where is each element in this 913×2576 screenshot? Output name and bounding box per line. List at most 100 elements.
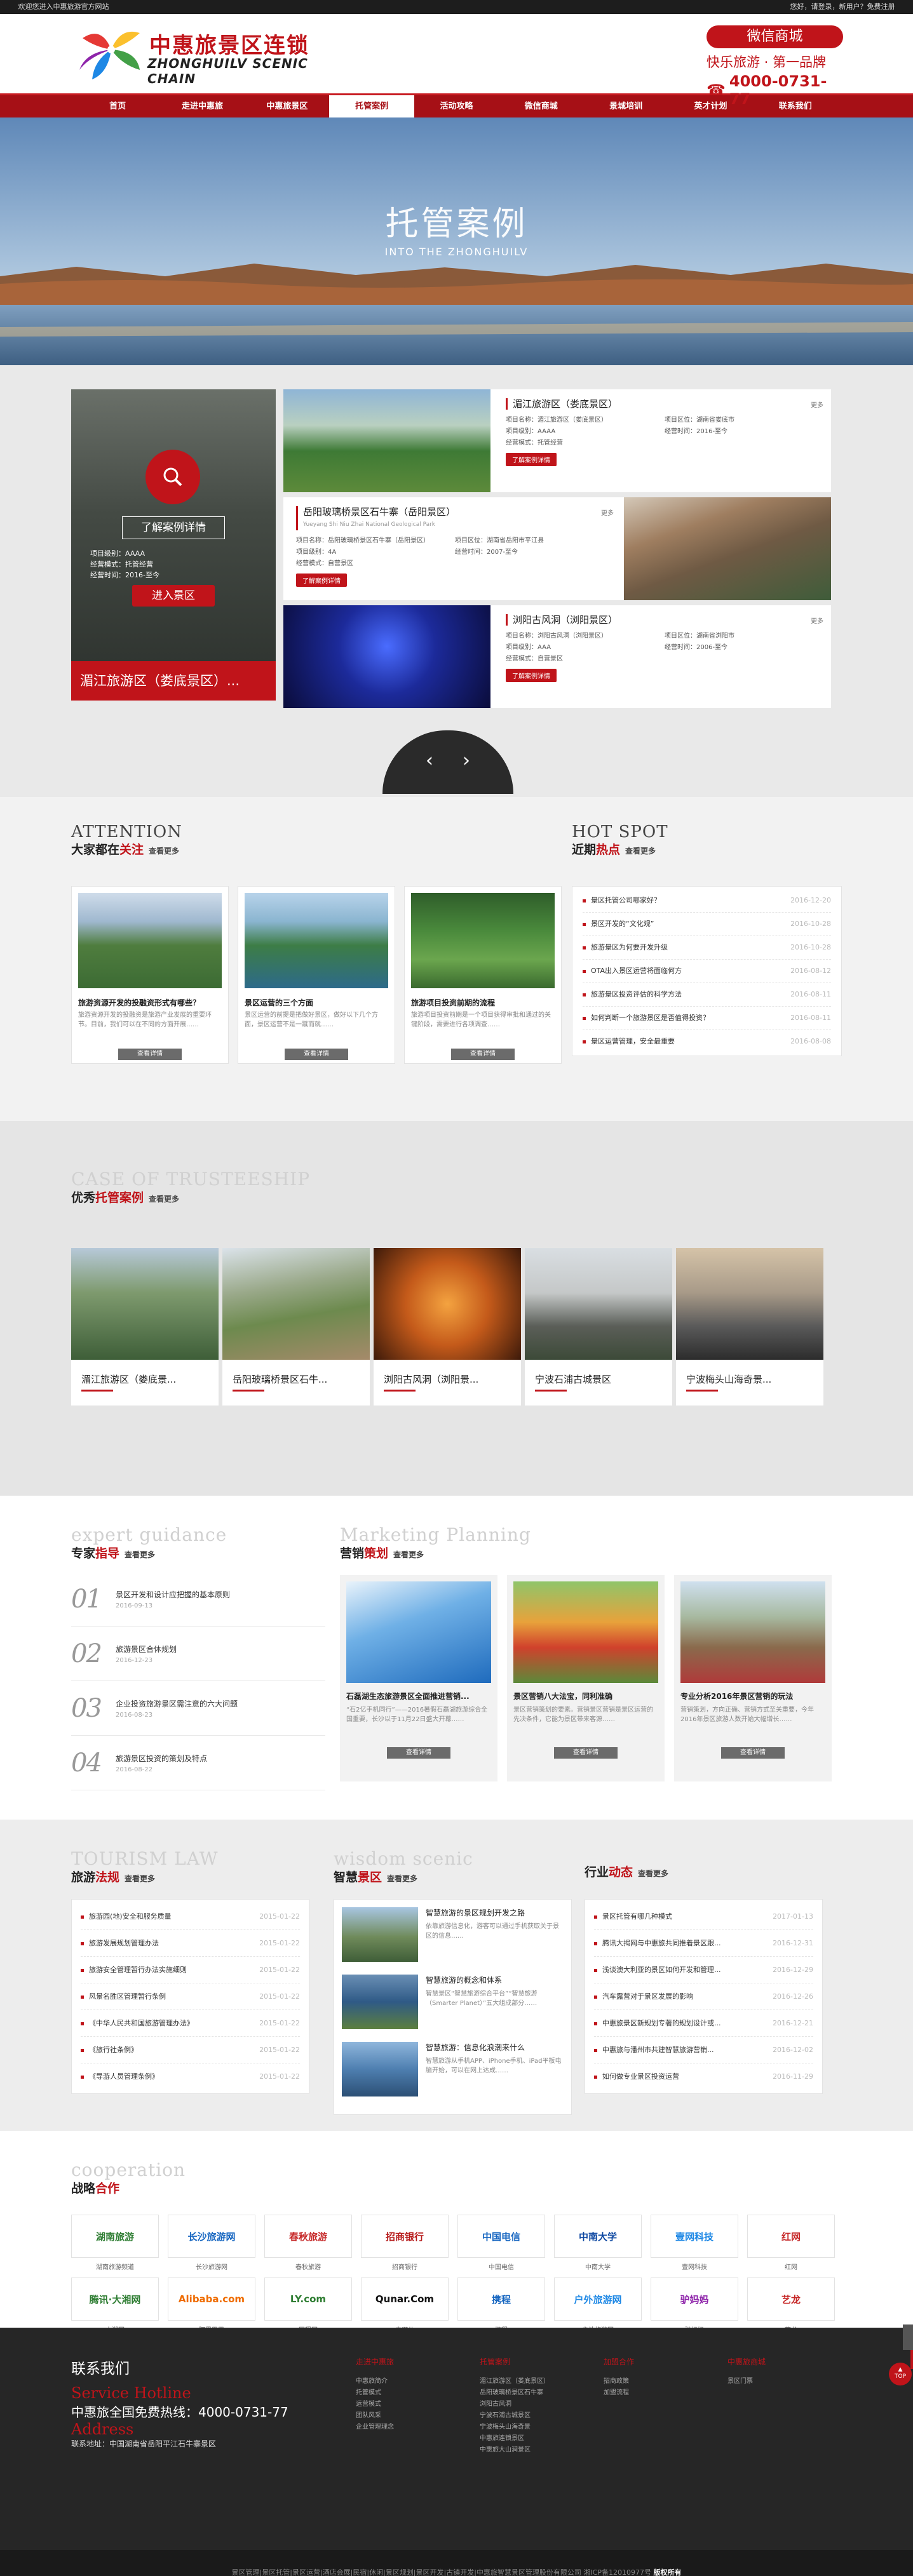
- partner-logo[interactable]: 红网 红网: [747, 2215, 835, 2271]
- partner-logo[interactable]: Qunar.Com去哪儿: [361, 2277, 449, 2334]
- nav-about[interactable]: 走进中惠旅: [160, 95, 245, 117]
- list-item[interactable]: 腾讯大揭网与中惠旅共同推着景区跟... 2016-12-31: [594, 1930, 813, 1957]
- nav-scenic[interactable]: 中惠旅景区: [245, 95, 329, 117]
- footer-link[interactable]: 浏阳古风洞: [480, 2399, 550, 2410]
- case-row[interactable]: 浏阳古风洞（浏阳景区） 更多 项目名称：浏阳古风洞（浏阳景区） 项目区位：湖南省浏…: [283, 605, 831, 708]
- partner-logo[interactable]: 湖南旅游 湖南旅游频道: [71, 2215, 159, 2271]
- footer-link[interactable]: 团队风采: [356, 2410, 394, 2422]
- more-link[interactable]: 更多: [811, 615, 823, 625]
- footer-link[interactable]: 宁波石浦古城景区: [480, 2410, 550, 2422]
- case-detail-button[interactable]: 了解案例详情: [506, 669, 557, 682]
- list-item[interactable]: 旅游景区为何要开发升级 2016-10-28: [583, 936, 831, 960]
- list-item[interactable]: 《中华人民共和国旅游管理办法》 2015-01-22: [81, 2010, 300, 2037]
- case-card[interactable]: 湄江旅游区（娄底景...: [71, 1248, 219, 1405]
- case-detail-button[interactable]: 了解案例详情: [122, 516, 225, 539]
- partner-logo[interactable]: 春秋旅游 春秋旅游: [264, 2215, 352, 2271]
- list-item[interactable]: 旅游园(地)安全和服务质量 2015-01-22: [81, 1903, 300, 1930]
- case-card[interactable]: 岳阳玻璃桥景区石牛...: [222, 1248, 370, 1405]
- article-card[interactable]: 景区营销八大法宝，同利准确 景区营销策划的要素。营销景区营销是景区运营的先决条件，…: [507, 1575, 665, 1781]
- list-item[interactable]: 智慧旅游的景区规划开发之路 依靠旅游信息化，游客可以通过手机获取关于景区的信息……: [342, 1907, 564, 1975]
- partner-logo[interactable]: 驴妈妈驴妈妈: [651, 2277, 738, 2334]
- view-detail-button[interactable]: 查看详情: [721, 1747, 785, 1759]
- more-link[interactable]: 查看更多: [625, 847, 656, 855]
- logo[interactable]: 中惠旅景区连锁 ZHONGHUILV SCENIC CHAIN: [76, 25, 330, 86]
- list-item[interactable]: 汽车露营对于景区发展的影响 2016-12-26: [594, 1983, 813, 2010]
- case-row[interactable]: 岳阳玻璃桥景区石牛寨（岳阳景区） Yueyang Shi Niu Zhai Nat…: [283, 497, 831, 600]
- footer-link[interactable]: 景区门票: [727, 2376, 766, 2387]
- footer-link[interactable]: 招商政策: [604, 2376, 634, 2387]
- list-item[interactable]: 景区运营管理，安全最重要 2016-08-08: [583, 1030, 831, 1053]
- more-link[interactable]: 查看更多: [393, 1550, 424, 1559]
- side-tab[interactable]: [903, 2324, 913, 2350]
- list-item[interactable]: 《旅行社条例》 2015-01-22: [81, 2037, 300, 2063]
- list-item[interactable]: 智慧旅游的概念和体系 智慧景区“智慧旅游综合平台”“智慧旅游（Smarter Pl…: [342, 1975, 564, 2042]
- more-link[interactable]: 更多: [601, 507, 614, 517]
- back-to-top-button[interactable]: ▲ TOP: [889, 2363, 912, 2385]
- footer-link[interactable]: 运营模式: [356, 2399, 394, 2410]
- more-link[interactable]: 查看更多: [125, 1550, 155, 1559]
- partner-logo[interactable]: 壹网科技 壹网科技: [651, 2215, 738, 2271]
- partner-logo[interactable]: 中国电信 中国电信: [457, 2215, 545, 2271]
- list-item[interactable]: 景区托管有哪几种模式 2017-01-13: [594, 1903, 813, 1930]
- footer-link[interactable]: 中惠旅连锁景区: [480, 2433, 550, 2445]
- nav-cases[interactable]: 托管案例: [329, 95, 414, 117]
- list-item[interactable]: 《导游人员管理条例》 2015-01-22: [81, 2063, 300, 2090]
- article-card[interactable]: 专业分析2016年景区营销的玩法 营销策划，方向正确、营销方式至关重要，今年201…: [674, 1575, 832, 1781]
- list-item[interactable]: 04 旅游景区投资的策划及特点 2016-08-22: [71, 1736, 325, 1790]
- login-links[interactable]: 您好，请登录，新用户？免费注册: [790, 0, 895, 14]
- footer-link[interactable]: 托管模式: [356, 2387, 394, 2399]
- featured-caption[interactable]: 湄江旅游区（娄底景区）...: [71, 661, 276, 701]
- view-detail-button[interactable]: 查看详情: [451, 1049, 515, 1060]
- search-icon[interactable]: [145, 450, 200, 504]
- list-item[interactable]: 智慧旅游：信息化浪潮来什么 智慧旅游从手机APP、iPhone手机、iPad平板电…: [342, 2042, 564, 2109]
- case-detail-button[interactable]: 了解案例详情: [296, 574, 347, 587]
- list-item[interactable]: 旅游安全管理暂行办法实施细则 2015-01-22: [81, 1957, 300, 1983]
- partner-logo[interactable]: 中南大学 中南大学: [554, 2215, 642, 2271]
- list-item[interactable]: OTA出入景区运营将面临何方 2016-08-12: [583, 960, 831, 983]
- view-detail-button[interactable]: 查看详情: [285, 1049, 348, 1060]
- list-item[interactable]: 01 景区开发和设计应把握的基本原则 2016-09-13: [71, 1572, 325, 1627]
- case-card[interactable]: 宁波梅头山海奇景...: [676, 1248, 823, 1405]
- partner-logo[interactable]: 长沙旅游网 长沙旅游网: [168, 2215, 255, 2271]
- view-detail-button[interactable]: 查看详情: [554, 1747, 618, 1759]
- partner-logo[interactable]: 腾讯·大湘网大湘网: [71, 2277, 159, 2334]
- article-card[interactable]: 石磊湖生态旅游景区全面推进营销... “石2亿手机同行”——2016暑假石磊湖旅游…: [340, 1575, 497, 1781]
- case-card[interactable]: 宁波石浦古城景区: [525, 1248, 672, 1405]
- list-item[interactable]: 中惠旅与潘州市共建智慧旅游营销... 2016-12-02: [594, 2037, 813, 2063]
- footer-link[interactable]: 岳阳玻璃桥景区石牛寨: [480, 2387, 550, 2399]
- list-item[interactable]: 02 旅游景区合体规划 2016-12-23: [71, 1627, 325, 1681]
- footer-link[interactable]: 宁波梅头山海奇景: [480, 2422, 550, 2433]
- more-link[interactable]: 查看更多: [149, 1195, 179, 1204]
- article-card[interactable]: 旅游项目投资前期的流程 旅游项目投资前期是一个项目获得审批和通过的关键阶段，需要…: [404, 886, 562, 1064]
- more-link[interactable]: 查看更多: [149, 847, 179, 855]
- wechat-mall-button[interactable]: 微信商城: [707, 25, 843, 48]
- case-card[interactable]: 浏阳古风洞（浏阳景...: [374, 1248, 521, 1405]
- enter-scenic-button[interactable]: 进入景区: [132, 585, 215, 607]
- list-item[interactable]: 03 企业投资旅游景区需注意的六大问题 2016-08-23: [71, 1681, 325, 1736]
- partner-logo[interactable]: 户外旅游网户外旅游网: [554, 2277, 642, 2334]
- partner-logo[interactable]: 招商银行 招商银行: [361, 2215, 449, 2271]
- nav-activities[interactable]: 活动攻略: [414, 95, 499, 117]
- list-item[interactable]: 景区开发的“文化观” 2016-10-28: [583, 913, 831, 936]
- partner-logo[interactable]: 携程携程: [457, 2277, 545, 2334]
- more-link[interactable]: 查看更多: [387, 1874, 417, 1883]
- more-link[interactable]: 查看更多: [125, 1874, 155, 1883]
- list-item[interactable]: 景区托管公司哪家好？ 2016-12-20: [583, 889, 831, 913]
- case-detail-button[interactable]: 了解案例详情: [506, 453, 557, 466]
- footer-link[interactable]: 企业管理理念: [356, 2422, 394, 2433]
- list-item[interactable]: 风景名胜区管理暂行条例 2015-01-22: [81, 1983, 300, 2010]
- footer-link[interactable]: 湄江旅游区（娄底景区）: [480, 2376, 550, 2387]
- nav-training[interactable]: 景城培训: [583, 95, 668, 117]
- footer-link[interactable]: 加盟流程: [604, 2387, 634, 2399]
- more-link[interactable]: 更多: [811, 399, 823, 409]
- footer-link[interactable]: 中惠旅大山涧景区: [480, 2445, 550, 2456]
- list-item[interactable]: 如何判断一个旅游景区是否值得投资？ 2016-08-11: [583, 1007, 831, 1030]
- list-item[interactable]: 旅游景区投资评估的科学方法 2016-08-11: [583, 983, 831, 1007]
- more-link[interactable]: 查看更多: [638, 1869, 668, 1878]
- list-item[interactable]: 中惠旅景区新规划专著的规划设计或... 2016-12-21: [594, 2010, 813, 2037]
- view-detail-button[interactable]: 查看详情: [387, 1747, 450, 1759]
- footer-link[interactable]: 中惠旅简介: [356, 2376, 394, 2387]
- partner-logo[interactable]: Alibaba.com阿里巴巴: [168, 2277, 255, 2334]
- article-card[interactable]: 景区运营的三个方面 景区运营的前提是把做好景区，做好以下几个方面，景区运营不是一…: [238, 886, 395, 1064]
- list-item[interactable]: 如何做专业景区投资运营 2016-11-29: [594, 2063, 813, 2090]
